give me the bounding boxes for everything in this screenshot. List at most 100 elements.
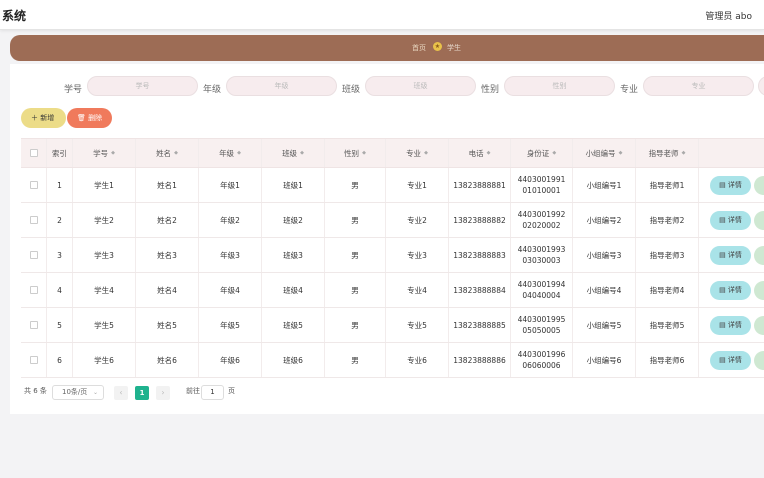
cell-text: 班级6 <box>283 355 303 365</box>
sort-icon[interactable]: ◆ <box>619 148 623 159</box>
document-icon: ▤ <box>719 181 728 189</box>
cell-text: 指导老师2 <box>649 215 685 225</box>
header-grade[interactable]: 年级 ◆ <box>199 139 262 167</box>
cell-index: 1 <box>47 168 73 202</box>
delete-button[interactable]: 🗑 删除 <box>67 108 112 128</box>
cell-id-card: 440300199606060006 <box>511 343 573 377</box>
search-input-grade[interactable]: 年级 <box>226 76 337 96</box>
row-select-cell <box>21 168 47 202</box>
detail-button-label: 详情 <box>727 251 742 259</box>
cell-grade: 年级4 <box>199 273 262 307</box>
delete-button-label: 删除 <box>88 114 103 122</box>
pagination-total: 共 6 条 <box>24 387 47 395</box>
cell-class: 班级6 <box>262 343 325 377</box>
cell-text: 学生4 <box>94 285 114 295</box>
edit-button[interactable] <box>754 316 764 335</box>
cell-id-card: 440300199303030003 <box>511 238 573 272</box>
header-advisor[interactable]: 指导老师 ◆ <box>636 139 699 167</box>
page-size-value: 10条/页 <box>62 388 88 396</box>
edit-button[interactable] <box>754 351 764 370</box>
cell-major: 专业2 <box>386 203 449 237</box>
row-checkbox[interactable] <box>29 181 38 189</box>
goto-suffix: 页 <box>228 387 235 395</box>
row-checkbox[interactable] <box>29 251 38 259</box>
header-id-card[interactable]: 身份证 ◆ <box>511 139 573 167</box>
table-row: 4 学生4 姓名4 年级4 班级4 男 专业4 13823888884 440300199404… <box>21 273 764 308</box>
goto-page-input[interactable]: 1 <box>201 385 224 400</box>
table-row: 3 学生3 姓名3 年级3 班级3 男 专业3 13823888883 440300199303… <box>21 238 764 273</box>
cell-student-id: 学生4 <box>73 273 136 307</box>
header-label: 小组编号 <box>585 148 616 158</box>
cell-text: 440300199101010001 <box>517 175 566 195</box>
detail-button[interactable]: ▤ 详情 <box>710 246 751 265</box>
detail-button[interactable]: ▤ 详情 <box>710 211 751 230</box>
edit-button[interactable] <box>754 281 764 300</box>
cell-name: 姓名4 <box>136 273 199 307</box>
row-checkbox[interactable] <box>29 216 38 224</box>
select-all-checkbox[interactable] <box>29 149 38 157</box>
sort-icon[interactable]: ◆ <box>487 148 491 159</box>
detail-button-label: 详情 <box>727 321 742 329</box>
row-checkbox[interactable] <box>29 356 38 364</box>
cell-index: 6 <box>47 343 73 377</box>
search-input-gender[interactable]: 性别 <box>504 76 615 96</box>
trash-icon: 🗑 <box>77 114 89 122</box>
header-class[interactable]: 班级 ◆ <box>262 139 325 167</box>
edit-button[interactable] <box>754 176 764 195</box>
edit-button[interactable] <box>754 211 764 230</box>
header-student-id[interactable]: 学号 ◆ <box>73 139 136 167</box>
header-label: 身份证 <box>526 148 550 158</box>
cell-grade: 年级6 <box>199 343 262 377</box>
breadcrumb-home[interactable]: 首页 <box>412 43 426 53</box>
header-group-no[interactable]: 小组编号 ◆ <box>573 139 636 167</box>
detail-button[interactable]: ▤ 详情 <box>710 281 751 300</box>
cell-text: 2 <box>57 215 62 225</box>
search-input-major[interactable]: 专业 <box>643 76 754 96</box>
detail-button[interactable]: ▤ 详情 <box>710 351 751 370</box>
add-button[interactable]: ＋ 新增 <box>21 108 66 128</box>
sort-icon[interactable]: ◆ <box>362 148 366 159</box>
cell-grade: 年级5 <box>199 308 262 342</box>
cell-advisor: 指导老师1 <box>636 168 699 202</box>
cell-text: 4 <box>57 285 62 295</box>
cell-text: 指导老师3 <box>649 250 685 260</box>
search-label-gender: 性别 <box>481 85 500 95</box>
sort-icon[interactable]: ◆ <box>552 148 556 159</box>
cell-text: 440300199202020002 <box>517 210 566 230</box>
cell-index: 2 <box>47 203 73 237</box>
detail-button[interactable]: ▤ 详情 <box>710 176 751 195</box>
cell-student-id: 学生1 <box>73 168 136 202</box>
sort-icon[interactable]: ◆ <box>682 148 686 159</box>
sort-icon[interactable]: ◆ <box>300 148 304 159</box>
page-number-current[interactable]: 1 <box>135 386 149 400</box>
cell-phone: 13823888882 <box>449 203 511 237</box>
cell-id-card: 440300199404040004 <box>511 273 573 307</box>
header-phone[interactable]: 电话 ◆ <box>449 139 511 167</box>
cell-text: 年级1 <box>220 180 240 190</box>
search-input-class[interactable]: 班级 <box>365 76 476 96</box>
next-page-button[interactable]: › <box>156 386 170 400</box>
cell-major: 专业6 <box>386 343 449 377</box>
row-checkbox[interactable] <box>29 286 38 294</box>
detail-button[interactable]: ▤ 详情 <box>710 316 751 335</box>
row-checkbox[interactable] <box>29 321 38 329</box>
edit-button[interactable] <box>754 246 764 265</box>
sort-icon[interactable]: ◆ <box>174 148 178 159</box>
breadcrumb-current: 学生 <box>447 44 461 52</box>
sort-icon[interactable]: ◆ <box>424 148 428 159</box>
prev-page-button[interactable]: ‹ <box>114 386 128 400</box>
user-menu[interactable]: 管理员 abo <box>705 9 752 22</box>
table-row: 1 学生1 姓名1 年级1 班级1 男 专业1 13823888881 440300199101… <box>21 168 764 203</box>
header-major[interactable]: 专业 ◆ <box>386 139 449 167</box>
sort-icon[interactable]: ◆ <box>237 148 241 159</box>
search-input-student-id[interactable]: 学号 <box>87 76 198 96</box>
cell-text: 专业4 <box>407 285 427 295</box>
header-label: 年级 <box>219 148 235 158</box>
cell-text: 专业3 <box>407 250 427 260</box>
header-gender[interactable]: 性别 ◆ <box>325 139 386 167</box>
page-size-select[interactable]: 10条/页 ⌄ <box>52 385 104 400</box>
sort-icon[interactable]: ◆ <box>111 148 115 159</box>
cell-text: 专业6 <box>407 355 427 365</box>
header-name[interactable]: 姓名 ◆ <box>136 139 199 167</box>
row-select-cell <box>21 203 47 237</box>
